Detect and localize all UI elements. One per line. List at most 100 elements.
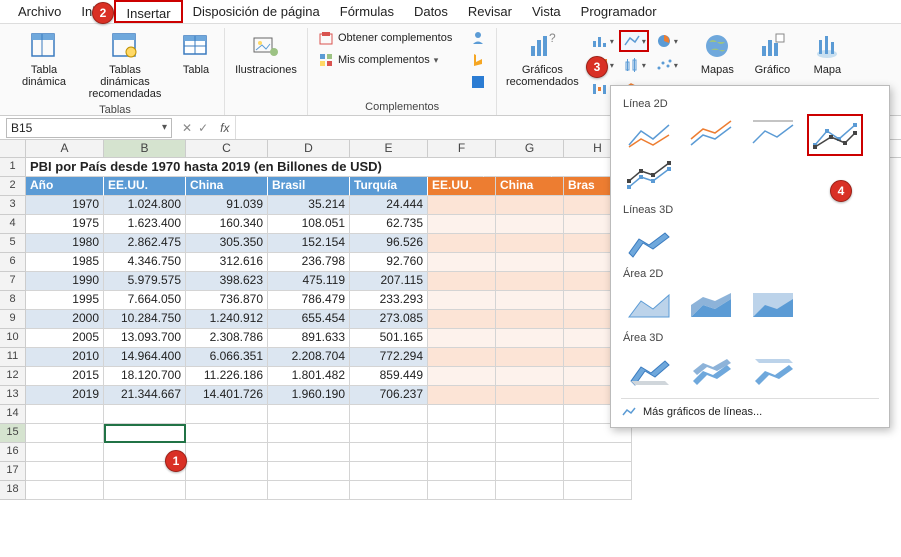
line-2d-stacked[interactable]	[683, 114, 739, 156]
cell-D8[interactable]: 786.479	[268, 291, 350, 310]
cell-D11[interactable]: 2.208.704	[268, 348, 350, 367]
cell-D13[interactable]: 1.960.190	[268, 386, 350, 405]
title-cell[interactable]: PBI por País desde 1970 hasta 2019 (en B…	[26, 158, 484, 177]
cell-F6[interactable]	[428, 253, 496, 272]
rowhdr-8[interactable]: 8	[0, 291, 26, 310]
col-A[interactable]: A	[26, 140, 104, 157]
pivot-table-button[interactable]: Tabla dinámica	[12, 28, 76, 90]
area-3d-100pct[interactable]	[745, 348, 801, 390]
cell-D5[interactable]: 152.154	[268, 234, 350, 253]
cell-C7[interactable]: 398.623	[186, 272, 268, 291]
my-addins-button[interactable]: Mis complementos ▾	[314, 50, 456, 70]
cell-F11[interactable]	[428, 348, 496, 367]
menu-insertar[interactable]: Insertar	[114, 0, 182, 23]
cell-B7[interactable]: 5.979.575	[104, 272, 186, 291]
cell-F4[interactable]	[428, 215, 496, 234]
cell-G4[interactable]	[496, 215, 564, 234]
cell-B6[interactable]: 4.346.750	[104, 253, 186, 272]
col-E[interactable]: E	[350, 140, 428, 157]
menu-datos[interactable]: Datos	[404, 0, 458, 23]
statistic-chart-button[interactable]: ▾	[619, 54, 649, 76]
cell-D9[interactable]: 655.454	[268, 310, 350, 329]
menu-disposicion[interactable]: Disposición de página	[183, 0, 330, 23]
rowhdr-10[interactable]: 10	[0, 329, 26, 348]
cell-C6[interactable]: 312.616	[186, 253, 268, 272]
cell-C10[interactable]: 2.308.786	[186, 329, 268, 348]
cell-A12[interactable]: 2015	[26, 367, 104, 386]
cell-G5[interactable]	[496, 234, 564, 253]
cell-E7[interactable]: 207.115	[350, 272, 428, 291]
cell-E12[interactable]: 859.449	[350, 367, 428, 386]
cell-G13[interactable]	[496, 386, 564, 405]
menu-archivo[interactable]: Archivo	[8, 0, 71, 23]
cell-F12[interactable]	[428, 367, 496, 386]
rowhdr-12[interactable]: 12	[0, 367, 26, 386]
cell-B8[interactable]: 7.664.050	[104, 291, 186, 310]
menu-revisar[interactable]: Revisar	[458, 0, 522, 23]
menu-programador[interactable]: Programador	[571, 0, 667, 23]
map-3d-button[interactable]: Mapa	[803, 28, 851, 78]
line-2d-100pct[interactable]	[745, 114, 801, 156]
cell-E5[interactable]: 96.526	[350, 234, 428, 253]
cell-B3[interactable]: 1.024.800	[104, 196, 186, 215]
rowhdr-4[interactable]: 4	[0, 215, 26, 234]
illustrations-button[interactable]: Ilustraciones	[231, 28, 301, 78]
table-button[interactable]: Tabla	[174, 28, 218, 78]
more-line-charts[interactable]: Más gráficos de líneas...	[621, 398, 879, 419]
get-addins-button[interactable]: Obtener complementos	[314, 28, 456, 48]
cell-F5[interactable]	[428, 234, 496, 253]
cell-F13[interactable]	[428, 386, 496, 405]
cell-A11[interactable]: 2010	[26, 348, 104, 367]
area-3d-basic[interactable]	[621, 348, 677, 390]
cell-C5[interactable]: 305.350	[186, 234, 268, 253]
active-cell-B15[interactable]	[104, 424, 186, 443]
area-2d-basic[interactable]	[621, 284, 677, 326]
cell-B13[interactable]: 21.344.667	[104, 386, 186, 405]
rowhdr-1[interactable]: 1	[0, 158, 26, 177]
cell-D3[interactable]: 35.214	[268, 196, 350, 215]
rowhdr-3[interactable]: 3	[0, 196, 26, 215]
rowhdr-5[interactable]: 5	[0, 234, 26, 253]
col-D[interactable]: D	[268, 140, 350, 157]
rowhdr-11[interactable]: 11	[0, 348, 26, 367]
cell-A3[interactable]: 1970	[26, 196, 104, 215]
visio-button[interactable]	[466, 72, 490, 92]
hdr-cn[interactable]: China	[186, 177, 268, 196]
cell-A8[interactable]: 1995	[26, 291, 104, 310]
cell-E10[interactable]: 501.165	[350, 329, 428, 348]
cell-F10[interactable]	[428, 329, 496, 348]
cell-G11[interactable]	[496, 348, 564, 367]
menu-formulas[interactable]: Fórmulas	[330, 0, 404, 23]
cell-A13[interactable]: 2019	[26, 386, 104, 405]
cell-E4[interactable]: 62.735	[350, 215, 428, 234]
cell-F8[interactable]	[428, 291, 496, 310]
cell-A9[interactable]: 2000	[26, 310, 104, 329]
cell-D7[interactable]: 475.119	[268, 272, 350, 291]
cell-D12[interactable]: 1.801.482	[268, 367, 350, 386]
cell-D4[interactable]: 108.051	[268, 215, 350, 234]
hdr-year[interactable]: Año	[26, 177, 104, 196]
cell-G7[interactable]	[496, 272, 564, 291]
people-graph-button[interactable]	[466, 28, 490, 48]
cell-C9[interactable]: 1.240.912	[186, 310, 268, 329]
cell-G6[interactable]	[496, 253, 564, 272]
cancel-formula-icon[interactable]: ✕	[182, 121, 192, 135]
rowhdr-2[interactable]: 2	[0, 177, 26, 196]
cell-G9[interactable]	[496, 310, 564, 329]
rowhdr-15[interactable]: 15	[0, 424, 26, 443]
cell-A5[interactable]: 1980	[26, 234, 104, 253]
cell-G12[interactable]	[496, 367, 564, 386]
cell-E11[interactable]: 772.294	[350, 348, 428, 367]
cell-A4[interactable]: 1975	[26, 215, 104, 234]
cell-C12[interactable]: 11.226.186	[186, 367, 268, 386]
cell-B12[interactable]: 18.120.700	[104, 367, 186, 386]
cell-E13[interactable]: 706.237	[350, 386, 428, 405]
cell-G10[interactable]	[496, 329, 564, 348]
hdr-us2[interactable]: EE.UU.	[428, 177, 496, 196]
name-box[interactable]: B15 ▾	[6, 118, 172, 138]
line-3d[interactable]	[621, 220, 677, 262]
cell-E3[interactable]: 24.444	[350, 196, 428, 215]
area-2d-stacked[interactable]	[683, 284, 739, 326]
col-F[interactable]: F	[428, 140, 496, 157]
cell-C4[interactable]: 160.340	[186, 215, 268, 234]
